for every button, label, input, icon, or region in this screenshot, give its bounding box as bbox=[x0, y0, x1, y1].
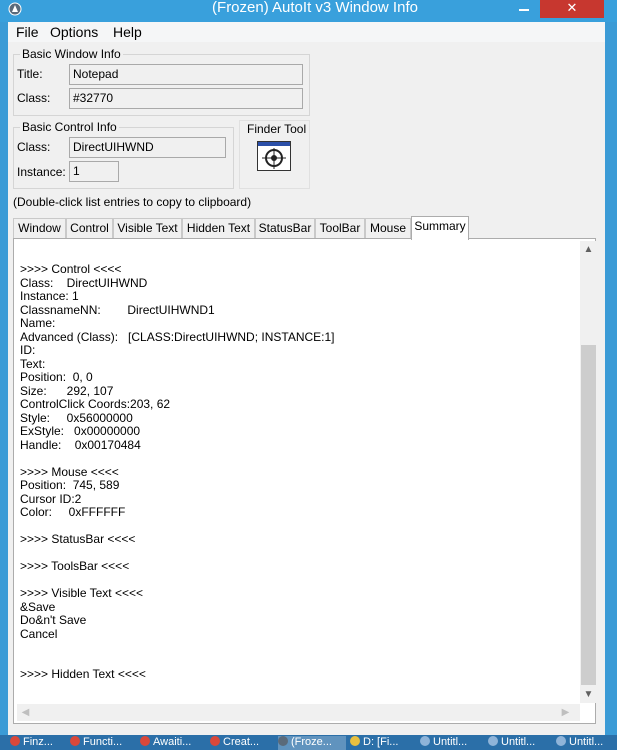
tab-summary[interactable]: Summary bbox=[411, 216, 469, 240]
taskbar-item-label: Functi... bbox=[83, 736, 123, 748]
taskbar: Finz... Functi... Awaiti... Creat... (Fr… bbox=[0, 735, 617, 750]
tab-visible-text[interactable]: Visible Text bbox=[113, 218, 182, 239]
menu-bar: File Options Help bbox=[8, 22, 605, 42]
basic-control-info-legend: Basic Control Info bbox=[20, 120, 119, 134]
summary-line: Cursor ID:2 bbox=[20, 491, 82, 506]
app-icon bbox=[210, 736, 220, 746]
menu-help[interactable]: Help bbox=[113, 24, 142, 40]
summary-line: Handle: 0x00170484 bbox=[20, 437, 141, 452]
menu-file[interactable]: File bbox=[16, 24, 39, 40]
taskbar-item-label: Untitl... bbox=[433, 736, 468, 748]
window-title-label: Title: bbox=[17, 67, 43, 81]
close-icon: ✕ bbox=[566, 0, 578, 15]
taskbar-item[interactable]: Functi... bbox=[70, 736, 136, 750]
summary-line: Position: 0, 0 bbox=[20, 370, 93, 384]
scroll-left-icon[interactable]: ◀ bbox=[17, 704, 34, 721]
summary-line: Size: 292, 107 bbox=[20, 383, 114, 398]
title-bar[interactable]: (Frozen) AutoIt v3 Window Info ✕ bbox=[0, 0, 617, 22]
tab-mouse[interactable]: Mouse bbox=[365, 218, 411, 239]
taskbar-item[interactable]: Untitl... bbox=[556, 736, 616, 750]
summary-text-area[interactable]: >>>> Control <<<< Class: DirectUIHWND In… bbox=[17, 241, 578, 703]
window-class-field[interactable]: #32770 bbox=[69, 88, 303, 109]
summary-line: &Save bbox=[20, 599, 56, 614]
taskbar-item-label: Awaiti... bbox=[153, 736, 192, 748]
summary-line: Instance: 1 bbox=[20, 289, 79, 303]
taskbar-item[interactable]: Untitl... bbox=[420, 736, 484, 750]
window-title-field[interactable]: Notepad bbox=[69, 64, 303, 85]
app-icon bbox=[10, 736, 20, 746]
summary-line: >>>> Hidden Text <<<< bbox=[20, 667, 146, 681]
tab-control[interactable]: Control bbox=[66, 218, 113, 239]
taskbar-item[interactable]: Untitl... bbox=[488, 736, 552, 750]
taskbar-item[interactable]: (Froze... bbox=[278, 736, 346, 750]
summary-line: Color: 0xFFFFFF bbox=[20, 505, 126, 519]
summary-line: ExStyle: 0x00000000 bbox=[20, 424, 141, 438]
summary-line: Do&n't Save bbox=[20, 613, 87, 627]
scroll-right-icon[interactable]: ▶ bbox=[557, 704, 574, 721]
menu-options[interactable]: Options bbox=[50, 24, 98, 40]
summary-line: Text: bbox=[20, 356, 46, 371]
taskbar-item[interactable]: Creat... bbox=[210, 736, 274, 750]
basic-window-info-legend: Basic Window Info bbox=[20, 47, 123, 61]
taskbar-item-label: Creat... bbox=[223, 736, 260, 748]
summary-line: >>>> Visible Text <<<< bbox=[20, 586, 143, 600]
app-window: File Options Help Basic Window Info Titl… bbox=[8, 22, 605, 735]
finder-tool-label: Finder Tool bbox=[247, 122, 307, 136]
tab-toolbar[interactable]: ToolBar bbox=[315, 218, 365, 239]
minimize-button[interactable] bbox=[510, 0, 538, 16]
clipboard-hint: (Double-click list entries to copy to cl… bbox=[13, 195, 252, 209]
summary-line: ControlClick Coords:203, 62 bbox=[20, 397, 171, 411]
summary-line: ID: bbox=[20, 343, 36, 357]
summary-line: >>>> ToolsBar <<<< bbox=[20, 559, 130, 573]
vertical-scrollbar[interactable]: ▲ ▼ bbox=[580, 241, 597, 703]
tab-hidden-text[interactable]: Hidden Text bbox=[182, 218, 255, 239]
scroll-thumb[interactable] bbox=[581, 345, 596, 685]
app-icon bbox=[70, 736, 80, 746]
summary-line: Style: 0x56000000 bbox=[20, 410, 133, 425]
control-instance-field[interactable]: 1 bbox=[69, 161, 119, 182]
window-class-label: Class: bbox=[17, 91, 51, 105]
summary-line: Advanced (Class): [CLASS:DirectUIHWND; I… bbox=[20, 329, 335, 344]
scroll-up-icon[interactable]: ▲ bbox=[580, 241, 597, 258]
summary-line: >>>> StatusBar <<<< bbox=[20, 532, 136, 546]
taskbar-item-label: (Froze... bbox=[291, 736, 332, 748]
taskbar-item-label: Untitl... bbox=[501, 736, 536, 748]
autoit-app-icon bbox=[8, 2, 22, 16]
tab-window[interactable]: Window bbox=[13, 218, 66, 239]
app-icon bbox=[140, 736, 150, 746]
control-instance-label: Instance: bbox=[17, 165, 66, 179]
scroll-down-icon[interactable]: ▼ bbox=[580, 686, 597, 703]
summary-line: Name: bbox=[20, 316, 56, 330]
summary-panel: >>>> Control <<<< Class: DirectUIHWND In… bbox=[13, 238, 597, 724]
taskbar-item[interactable]: Awaiti... bbox=[140, 736, 206, 750]
summary-line: Cancel bbox=[20, 626, 58, 641]
tab-statusbar[interactable]: StatusBar bbox=[255, 218, 315, 239]
summary-line: Position: 745, 589 bbox=[20, 478, 120, 492]
control-class-label: Class: bbox=[17, 140, 51, 154]
app-icon bbox=[350, 736, 360, 746]
taskbar-item-label: D: [Fi... bbox=[363, 736, 399, 748]
crosshair-target-icon[interactable] bbox=[257, 141, 291, 171]
app-icon bbox=[420, 736, 430, 746]
taskbar-item[interactable]: Finz... bbox=[10, 736, 66, 750]
taskbar-item-label: Finz... bbox=[23, 736, 53, 748]
summary-line: Class: DirectUIHWND bbox=[20, 275, 148, 290]
summary-line: >>>> Mouse <<<< bbox=[20, 464, 119, 479]
app-icon bbox=[556, 736, 566, 746]
finder-crosshair-icon bbox=[258, 142, 290, 169]
window-title: (Frozen) AutoIt v3 Window Info bbox=[212, 0, 418, 16]
app-icon bbox=[488, 736, 498, 746]
close-button[interactable]: ✕ bbox=[540, 0, 604, 18]
summary-line: >>>> Control <<<< bbox=[20, 262, 122, 276]
horizontal-scrollbar[interactable]: ◀ ▶ bbox=[17, 704, 580, 721]
taskbar-item-label: Untitl... bbox=[569, 736, 604, 748]
summary-line: ClassnameNN: DirectUIHWND1 bbox=[20, 302, 215, 317]
app-icon bbox=[278, 736, 288, 746]
taskbar-item[interactable]: D: [Fi... bbox=[350, 736, 416, 750]
control-class-field[interactable]: DirectUIHWND bbox=[69, 137, 226, 158]
